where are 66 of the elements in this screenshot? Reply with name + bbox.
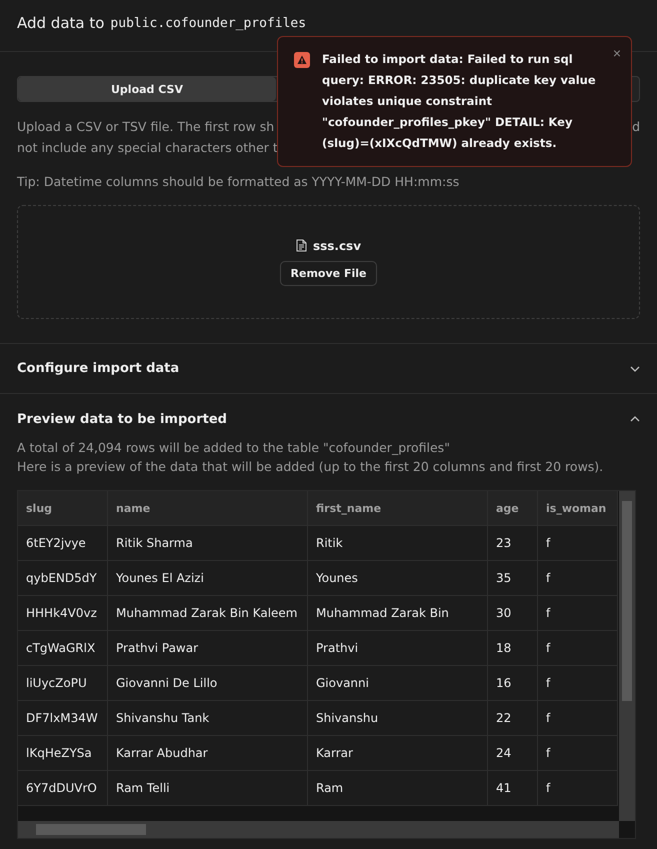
table-cell: f bbox=[538, 736, 618, 771]
error-message: Failed to import data: Failed to run sql query: ERROR: 23505: duplicate key value violates unique constraint "cofounder_profiles_pkey" DETAIL: Key (slug)=(xIXcQdTMW) already exists. bbox=[322, 51, 597, 152]
table-cell: 6tEY2jvye bbox=[18, 526, 108, 561]
table-cell: Ritik bbox=[308, 526, 488, 561]
table-cell: Prathvi Pawar bbox=[108, 631, 308, 666]
table-cell: Muhammad Zarak Bin Kaleem bbox=[108, 596, 308, 631]
table-cell: Ram Telli bbox=[108, 771, 308, 806]
table-cell: f bbox=[538, 666, 618, 701]
horizontal-scrollbar[interactable] bbox=[18, 821, 619, 838]
table-cell: qybEND5dY bbox=[18, 561, 108, 596]
table-cell: lKqHeZYSa bbox=[18, 736, 108, 771]
table-cell: f bbox=[538, 526, 618, 561]
table-cell: f bbox=[538, 771, 618, 806]
table-cell: Karrar Abudhar bbox=[108, 736, 308, 771]
section-header[interactable]: Configure import data bbox=[0, 344, 657, 394]
table-cell: f bbox=[538, 631, 618, 666]
dialog-title: Add data to bbox=[17, 14, 104, 32]
vertical-scrollbar[interactable] bbox=[619, 491, 635, 821]
file-dropzone[interactable]: sss.csv Remove File bbox=[17, 205, 640, 319]
table-cell: 35 bbox=[488, 561, 538, 596]
table-cell: 22 bbox=[488, 701, 538, 736]
chevron-up-icon bbox=[630, 416, 640, 422]
table-cell: Ritik Sharma bbox=[108, 526, 308, 561]
preview-note: Here is a preview of the data that will be added (up to the first 20 columns and first 20 rows). bbox=[17, 459, 604, 474]
chevron-down-icon bbox=[630, 366, 640, 372]
table-cell: 6Y7dDUVrO bbox=[18, 771, 108, 806]
column-header: name bbox=[108, 491, 308, 526]
table-cell: Ram bbox=[308, 771, 488, 806]
upload-tab[interactable]: Upload CSV bbox=[18, 77, 276, 101]
table-cell: Muhammad Zarak Bin bbox=[308, 596, 488, 631]
table-cell: Prathvi bbox=[308, 631, 488, 666]
table-cell: f bbox=[538, 701, 618, 736]
remove-file-button[interactable]: Remove File bbox=[280, 260, 378, 286]
table-cell: f bbox=[538, 561, 618, 596]
file-name: sss.csv bbox=[312, 238, 362, 252]
table-cell: DF7lxM34W bbox=[18, 701, 108, 736]
description-text: Upload a CSV or TSV file. The first row sh bbox=[17, 118, 274, 136]
table-cell: cTgWaGRlX bbox=[18, 631, 108, 666]
table-name: public.cofounder_profiles bbox=[110, 16, 306, 32]
table-cell: 30 bbox=[488, 596, 538, 631]
tip-text: Tip: Datetime columns should be formatted as YYYY-MM-DD HH:mm:ss bbox=[17, 174, 460, 189]
file-icon bbox=[296, 239, 307, 252]
table-cell: 23 bbox=[488, 526, 538, 561]
table-cell: Karrar bbox=[308, 736, 488, 771]
table-cell: Younes bbox=[308, 561, 488, 596]
table-cell: HHHk4V0vz bbox=[18, 596, 108, 631]
column-header: age bbox=[488, 491, 538, 526]
table-cell: Giovanni De Lillo bbox=[108, 666, 308, 701]
table-cell: 18 bbox=[488, 631, 538, 666]
table-cell: 41 bbox=[488, 771, 538, 806]
table-cell: Younes El Azizi bbox=[108, 561, 308, 596]
table-cell: Giovanni bbox=[308, 666, 488, 701]
column-header: slug bbox=[18, 491, 108, 526]
warning-icon bbox=[294, 52, 310, 68]
table-cell: 24 bbox=[488, 736, 538, 771]
section-header[interactable]: Preview data to be imported bbox=[0, 394, 657, 440]
table-cell: Shivanshu bbox=[308, 701, 488, 736]
summary-text: A total of 24,094 rows will be added to the table "cofounder_profiles" bbox=[17, 440, 451, 455]
close-button[interactable]: × bbox=[612, 45, 621, 61]
table-cell: Shivanshu Tank bbox=[108, 701, 308, 736]
table-cell: liUycZoPU bbox=[18, 666, 108, 701]
table-cell: 16 bbox=[488, 666, 538, 701]
table-cell: f bbox=[538, 596, 618, 631]
column-header: is_woman bbox=[538, 491, 618, 526]
column-header: first_name bbox=[308, 491, 488, 526]
description-text: d bbox=[632, 118, 640, 136]
